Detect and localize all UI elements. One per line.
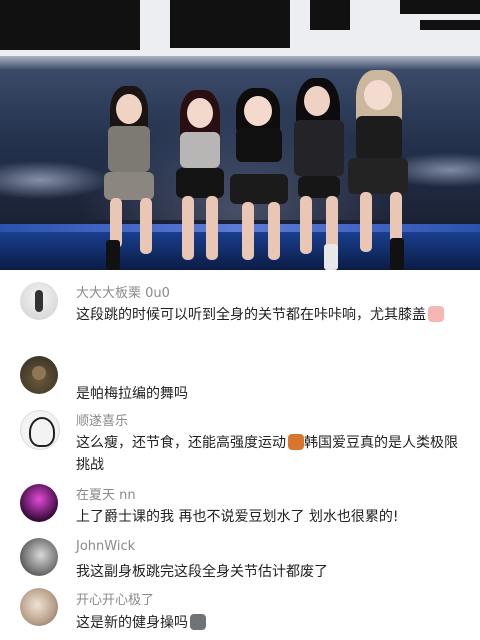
comment-text: 上了爵士课的我 再也不说爱豆划水了 划水也很累的! <box>76 506 466 528</box>
comment-text-content: 这是新的健身操吗 <box>76 615 188 631</box>
video-frame[interactable] <box>0 0 480 270</box>
user-avatar[interactable] <box>20 356 58 394</box>
comment-username[interactable]: 在夏天 nn <box>76 484 136 503</box>
comment-text-content: 上了爵士课的我 再也不说爱豆划水了 划水也很累的! <box>76 509 399 525</box>
comment-text-content: 这段跳的时候可以听到全身的关节都在咔咔响，尤其膝盖 <box>76 307 426 323</box>
comment-text-content: 是帕梅拉编的舞吗 <box>76 386 188 402</box>
user-avatar[interactable] <box>20 538 58 576</box>
user-avatar[interactable] <box>20 410 60 450</box>
comment-username[interactable]: 开心开心极了 <box>76 589 154 608</box>
bag-emoji-icon <box>288 434 304 450</box>
comment-username[interactable]: JohnWick <box>76 539 135 554</box>
comment-item: 顺遂喜乐 这么瘦，还节食，还能高强度运动 韩国爱豆真的是人类极限挑战 <box>0 408 480 480</box>
comment-item: JohnWick 我这副身板跳完这段全身关节估计都废了 <box>0 536 480 586</box>
comment-text: 我这副身板跳完这段全身关节估计都废了 <box>76 561 466 583</box>
comment-item: 在夏天 nn 上了爵士课的我 再也不说爱豆划水了 划水也很累的! <box>0 482 480 536</box>
user-avatar[interactable] <box>20 282 58 320</box>
comment-text: 这段跳的时候可以听到全身的关节都在咔咔响，尤其膝盖 <box>76 304 466 326</box>
comment-text: 是帕梅拉编的舞吗 <box>76 383 466 405</box>
comment-text: 这是新的健身操吗 <box>76 612 466 634</box>
comment-text-content: 这么瘦，还节食，还能高强度运动 <box>76 435 286 451</box>
user-avatar[interactable] <box>20 588 58 626</box>
comment-username[interactable]: 顺遂喜乐 <box>76 410 128 429</box>
comment-username[interactable]: 大大大板栗 0u0 <box>76 282 170 301</box>
user-avatar[interactable] <box>20 484 58 522</box>
comment-item: 大大大板栗 0u0 这段跳的时候可以听到全身的关节都在咔咔响，尤其膝盖 <box>0 278 480 352</box>
cat-face-emoji-icon <box>190 614 206 630</box>
dancer-5 <box>338 70 428 270</box>
comment-text: 这么瘦，还节食，还能高强度运动 韩国爱豆真的是人类极限挑战 <box>76 432 466 476</box>
comment-item: 开心开心极了 这是新的健身操吗 <box>0 586 480 640</box>
comment-text-content: 我这副身板跳完这段全身关节估计都废了 <box>76 564 328 580</box>
stage-banner <box>0 0 480 56</box>
dancer-1 <box>82 80 172 270</box>
comment-item: 是帕梅拉编的舞吗 <box>0 354 480 404</box>
crying-face-emoji-icon <box>428 306 444 322</box>
